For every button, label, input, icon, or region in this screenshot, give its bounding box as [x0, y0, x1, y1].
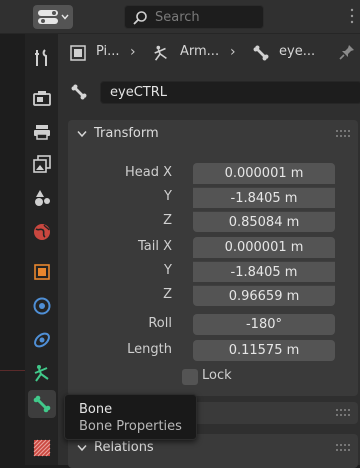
- tail-z-field[interactable]: 0.96659 m: [193, 285, 335, 306]
- drag-handle-icon[interactable]: [336, 444, 350, 452]
- physics-icon: [34, 332, 50, 348]
- chevron-right-icon: [77, 445, 87, 452]
- relations-panel-title: Relations: [94, 440, 154, 455]
- object-icon: [34, 264, 50, 280]
- properties-editor-icon: [38, 10, 58, 24]
- head-y-label: Y: [164, 189, 172, 204]
- view-layer-icon: [33, 155, 51, 173]
- render-icon: [33, 91, 51, 106]
- head-z-field[interactable]: 0.85084 m: [193, 211, 335, 232]
- chevron-down-icon: [61, 14, 69, 20]
- tab-world[interactable]: [28, 218, 56, 246]
- bone-name-field[interactable]: eyeCTRL: [100, 81, 360, 104]
- viewport-edge-line: [0, 370, 25, 371]
- roll-field[interactable]: -180°: [193, 314, 335, 335]
- world-icon: [34, 224, 50, 240]
- tab-object[interactable]: [28, 258, 56, 286]
- scene-icon: [35, 190, 50, 206]
- output-icon: [34, 125, 50, 140]
- search-input[interactable]: Search: [124, 5, 264, 29]
- tail-x-label: Tail X: [137, 239, 172, 254]
- tab-modifiers[interactable]: [28, 292, 56, 320]
- tab-tool[interactable]: [28, 44, 56, 72]
- tooltip-title: Bone: [79, 402, 113, 417]
- breadcrumb-armature[interactable]: Arm...: [180, 44, 219, 59]
- bone-icon: [33, 395, 51, 413]
- length-field[interactable]: 0.11575 m: [193, 340, 335, 361]
- roll-label: Roll: [148, 316, 172, 331]
- breadcrumb-object[interactable]: Pi...: [96, 44, 120, 59]
- bone-name-row: eyeCTRL: [58, 78, 360, 106]
- bone-icon: [253, 45, 269, 61]
- drag-handle-icon[interactable]: [336, 409, 350, 417]
- search-placeholder: Search: [155, 10, 200, 25]
- tab-output[interactable]: [28, 118, 56, 146]
- tab-physics[interactable]: [28, 326, 56, 354]
- tab-scene[interactable]: [28, 184, 56, 212]
- tool-icon: [35, 49, 47, 66]
- breadcrumb-separator-icon: ›: [230, 44, 236, 60]
- breadcrumb: Pi... › Arm... › eye...: [58, 34, 360, 72]
- chevron-down-icon: [77, 131, 87, 138]
- tab-armature-data[interactable]: [28, 359, 56, 387]
- tab-render[interactable]: [28, 84, 56, 112]
- transform-panel-title: Transform: [94, 126, 159, 141]
- breadcrumb-separator-icon: ›: [130, 44, 136, 60]
- tail-y-field[interactable]: -1.8405 m: [193, 261, 335, 282]
- header-options-icon[interactable]: [347, 6, 357, 26]
- editor-type-button[interactable]: [33, 5, 73, 29]
- transform-panel-header[interactable]: Transform: [68, 120, 358, 148]
- tail-z-label: Z: [163, 287, 172, 302]
- pin-icon[interactable]: [338, 43, 356, 61]
- bone-tab-tooltip: Bone Bone Properties: [64, 394, 197, 440]
- head-x-label: Head X: [124, 165, 172, 180]
- lock-checkbox[interactable]: [182, 369, 198, 385]
- bone-icon: [71, 84, 87, 100]
- armature-icon: [154, 45, 167, 61]
- head-z-label: Z: [163, 213, 172, 228]
- drag-handle-icon[interactable]: [336, 130, 350, 138]
- search-icon: [133, 11, 147, 25]
- bone-constraint-icon: [33, 439, 51, 457]
- modifier-icon: [33, 297, 51, 315]
- head-x-field[interactable]: 0.000001 m: [193, 163, 335, 184]
- armature-icon: [34, 365, 49, 382]
- length-label: Length: [127, 342, 172, 357]
- head-y-field[interactable]: -1.8405 m: [193, 187, 335, 208]
- tail-y-label: Y: [164, 263, 172, 278]
- tab-view-layer[interactable]: [28, 150, 56, 178]
- header-bar: Search: [0, 0, 360, 34]
- tail-x-field[interactable]: 0.000001 m: [193, 237, 335, 258]
- tab-bone[interactable]: [28, 390, 56, 418]
- transform-panel: Transform Head X 0.000001 m Y -1.8405 m …: [68, 120, 358, 396]
- tooltip-description: Bone Properties: [79, 419, 182, 434]
- tab-bone-constraints[interactable]: [28, 434, 56, 462]
- breadcrumb-bone[interactable]: eye...: [279, 44, 315, 59]
- object-box-icon: [70, 45, 86, 61]
- lock-label: Lock: [202, 368, 232, 383]
